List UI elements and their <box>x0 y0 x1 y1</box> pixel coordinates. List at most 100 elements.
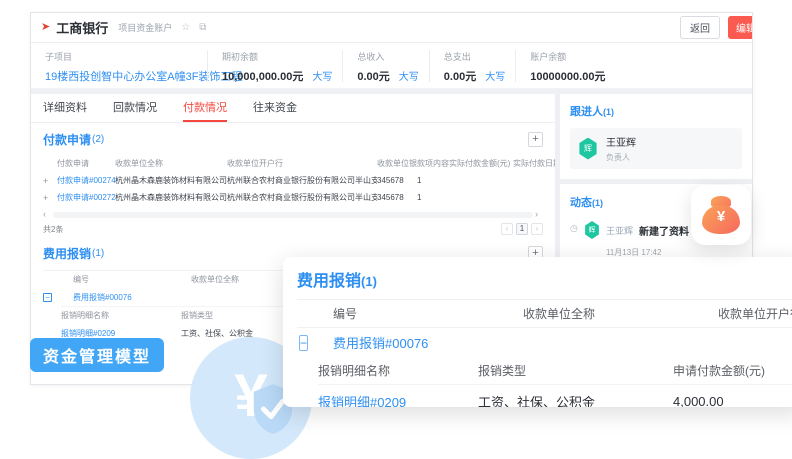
pagination: ‹ 1 › <box>501 223 543 235</box>
cell-company <box>191 289 285 306</box>
tab-bar: 详细资料 回款情况 付款情况 往来资金 <box>31 94 555 123</box>
edit-button[interactable]: 编辑 <box>728 16 753 39</box>
page: ➤ 工商银行 项目资金账户 ☆ ⧉ 返回 编辑 子项目 19楼西投创智中心办公室… <box>0 0 792 459</box>
tab-detail-info[interactable]: 详细资料 <box>43 94 87 122</box>
summary-field-total-income: 总收入 0.00元大写 <box>342 50 428 82</box>
popup-count: (1) <box>361 274 377 289</box>
back-button[interactable]: 返回 <box>680 16 720 39</box>
page-number-button[interactable]: 1 <box>516 223 528 235</box>
cell-account: 345678 <box>377 172 417 189</box>
payment-table-header: 付款申请 收款单位全称 收款单位开户行 收款单位银行账号 款项内容 实际付款金额… <box>43 155 543 172</box>
column-header: 申请付款金额(元) <box>673 357 792 384</box>
follower-card[interactable]: 辉 王亚辉 负责人 <box>570 128 742 169</box>
expand-column <box>43 155 57 172</box>
column-header: 收款单位全称 <box>115 155 227 172</box>
column-header: 收款单位全称 <box>523 300 718 327</box>
section-count: (2) <box>92 134 104 145</box>
column-header: 报销类型 <box>478 357 673 384</box>
expense-link[interactable]: 费用报销#00076 <box>73 289 191 306</box>
column-header: 编号 <box>333 300 523 327</box>
cell-type: 工资、社保、公积金 <box>478 392 673 407</box>
popup-title: 费用报销 <box>297 273 361 290</box>
subproject-link[interactable]: 19楼西投创智中心办公室A幢3F装饰工程 <box>45 68 197 84</box>
table-row: + 付款申请#00272 杭州晶木森鹿装饰材料有限公司 杭州联合农村商业银行股份… <box>43 189 543 206</box>
clock-icon: ◷ <box>570 223 584 258</box>
next-page-button[interactable]: › <box>531 223 543 235</box>
popup-table-row: − 费用报销#00076 <box>297 328 792 357</box>
field-label: 总收入 <box>357 50 418 63</box>
prev-page-button[interactable]: ‹ <box>501 223 513 235</box>
activity-count: (1) <box>592 198 603 208</box>
summary-field-total-expense: 总支出 0.00元大写 <box>429 50 515 82</box>
follower-name: 王亚辉 <box>606 134 636 149</box>
payment-application-section: 付款申请 (2) + 付款申请 收款单位全称 收款单位开户行 收款单位银行账号 … <box>31 123 555 235</box>
uppercase-link[interactable]: 大写 <box>485 72 505 83</box>
scrollbar-track[interactable] <box>53 212 533 218</box>
expand-row-icon[interactable]: + <box>43 189 57 206</box>
payment-link[interactable]: 付款申请#00272 <box>57 189 115 206</box>
cell-company: 杭州晶木森鹿装饰材料有限公司 <box>115 172 227 189</box>
column-header: 实际付款日期 <box>513 155 555 172</box>
field-label: 期初余额 <box>222 50 332 63</box>
summary-bar: 子项目 19楼西投创智中心办公室A幢3F装饰工程 期初余额 10,000,000… <box>31 43 752 89</box>
uppercase-link[interactable]: 大写 <box>399 72 419 83</box>
add-payment-button[interactable]: + <box>528 132 543 147</box>
expense-zoom-popup: 费用报销(1) 编号 收款单位全称 收款单位开户行 − 费用报销#00076 报… <box>283 257 792 407</box>
follower-role: 负责人 <box>606 152 636 163</box>
popup-detail-subtable: 报销明细名称 报销类型 申请付款金额(元) 报销明细#0209 工资、社保、公积… <box>318 357 792 407</box>
cell-amount <box>449 172 513 189</box>
field-value: 0.00元大写 <box>357 68 418 84</box>
expand-column <box>43 271 73 288</box>
account-balance-value: 10000000.00元 <box>530 68 605 84</box>
star-icon[interactable]: ☆ <box>181 22 190 33</box>
expand-column <box>297 300 333 327</box>
collapse-row-icon[interactable]: − <box>43 293 52 302</box>
column-header: 收款单位开户行 <box>227 155 377 172</box>
cell-bank: 杭州联合农村商业银行股份有限公司半山支行 <box>227 189 377 206</box>
follower-info: 王亚辉 负责人 <box>606 134 636 163</box>
collapse-row-icon[interactable]: − <box>299 335 308 351</box>
tab-collection-status[interactable]: 回款情况 <box>113 94 157 122</box>
money-bag-float-button[interactable]: ¥ <box>691 185 751 245</box>
column-header: 收款单位开户行 <box>718 300 792 327</box>
table-row: + 付款申请#00274 杭州晶木森鹿装饰材料有限公司 杭州联合农村商业银行股份… <box>43 172 543 189</box>
event-actor: 王亚辉 <box>606 224 633 237</box>
summary-field-opening-balance: 期初余额 10,000,000.00元大写 <box>207 50 342 82</box>
uppercase-link[interactable]: 大写 <box>312 72 332 83</box>
summary-field-subproject: 子项目 19楼西投创智中心办公室A幢3F装饰工程 <box>45 50 207 82</box>
followers-count: (1) <box>603 107 614 117</box>
scroll-left-icon[interactable]: ‹ <box>43 210 51 219</box>
cell-amount <box>449 189 513 206</box>
cell-amount: 4,000.00 <box>673 394 792 407</box>
cell-content: 1 <box>417 172 449 189</box>
scroll-right-icon[interactable]: › <box>535 210 543 219</box>
field-value: 0.00元大写 <box>444 68 505 84</box>
cell-date <box>513 172 555 189</box>
panel-divider <box>560 179 752 184</box>
cell-company: 杭州晶木森鹿装饰材料有限公司 <box>115 189 227 206</box>
expense-link[interactable]: 费用报销#00076 <box>333 333 523 352</box>
field-label: 总支出 <box>444 50 505 63</box>
page-subtitle: 项目资金账户 <box>118 21 172 34</box>
model-badge: 资金管理模型 <box>30 338 164 372</box>
record-count: 共2条 <box>43 224 63 235</box>
share-icon[interactable]: ⧉ <box>199 22 206 33</box>
tab-fund-flows[interactable]: 往来资金 <box>253 94 297 122</box>
cell-bank: 杭州联合农村商业银行股份有限公司半山支行 <box>227 172 377 189</box>
horizontal-scrollbar[interactable]: ‹ › <box>43 210 543 219</box>
column-header: 收款单位银行账号 <box>377 155 417 172</box>
section-header: 付款申请 (2) + <box>43 131 543 148</box>
followers-header: 跟进人(1) <box>570 102 742 120</box>
yuan-glyph: ¥ <box>702 208 740 225</box>
column-header: 编号 <box>73 271 191 288</box>
payment-link[interactable]: 付款申请#00274 <box>57 172 115 189</box>
detail-link[interactable]: 报销明细#0209 <box>318 392 478 407</box>
event-body: 辉 王亚辉 新建了资料 11月13日 17:42 <box>584 221 689 258</box>
payment-footer: 共2条 ‹ 1 › <box>43 223 543 235</box>
expand-row-icon[interactable]: + <box>43 172 57 189</box>
collapse-cell: − <box>43 293 73 302</box>
section-title: 费用报销 <box>43 245 91 262</box>
page-title: 工商银行 <box>56 18 108 37</box>
app-logo-icon: ➤ <box>41 22 50 33</box>
tab-payment-status[interactable]: 付款情况 <box>183 94 227 122</box>
